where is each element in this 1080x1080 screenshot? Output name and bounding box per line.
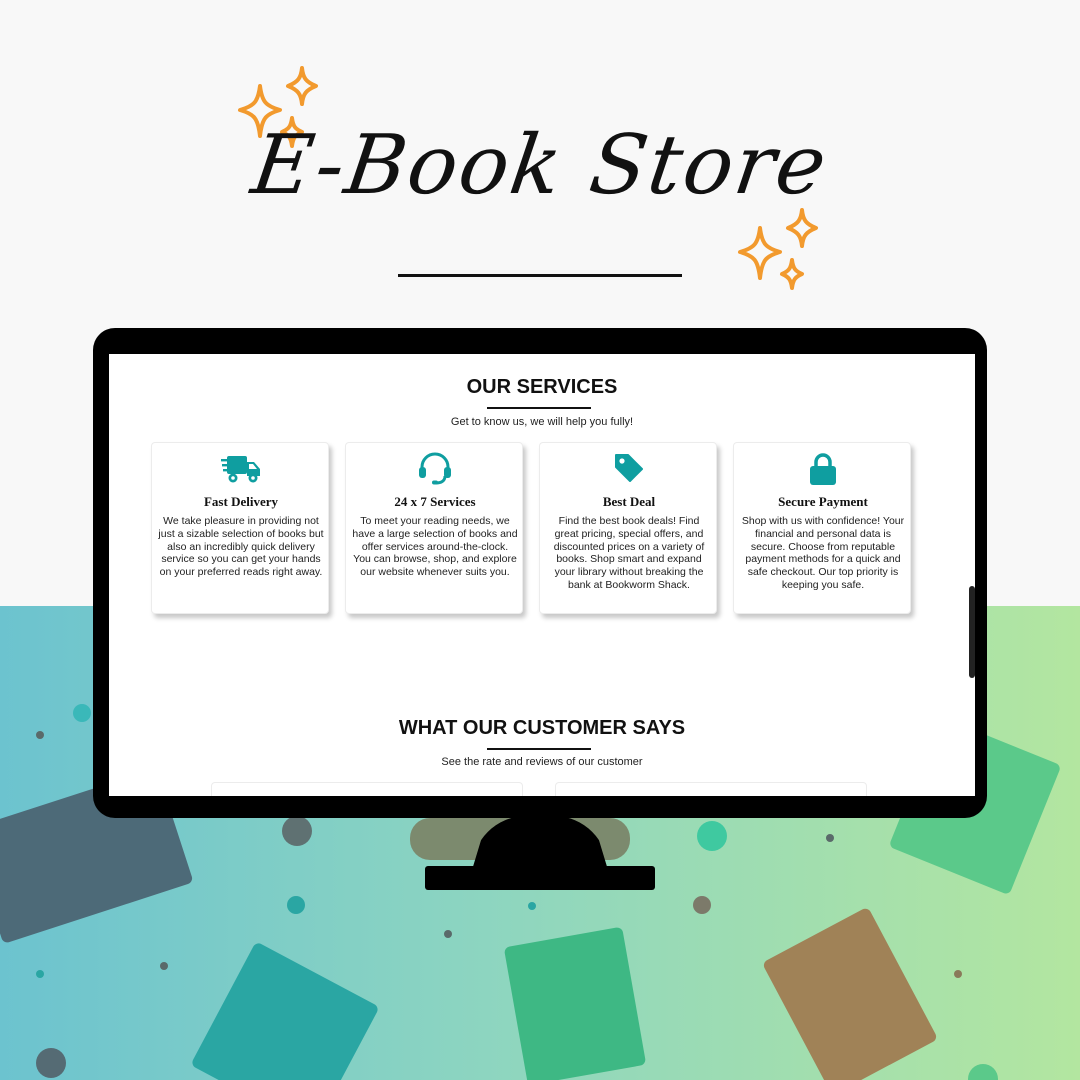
testimonials-subtitle: See the rate and reviews of our customer xyxy=(441,756,643,768)
decorative-dot xyxy=(697,821,727,851)
service-card-title: 24 x 7 Services xyxy=(394,494,476,509)
services-heading: OUR SERVICES xyxy=(466,376,618,398)
price-tag-icon xyxy=(615,454,643,482)
decorative-dot xyxy=(968,1064,998,1080)
decorative-dot xyxy=(73,704,91,722)
service-card-text: Shop with us with confidence! Your finan… xyxy=(741,515,905,591)
book-illustration xyxy=(761,906,939,1080)
decorative-dot xyxy=(693,896,711,914)
service-card-title: Secure Payment xyxy=(778,494,868,509)
decorative-dot xyxy=(36,731,44,739)
decorative-dot xyxy=(36,970,44,978)
service-card-secure-payment: Secure Payment Shop with us with confide… xyxy=(733,442,911,614)
service-card-24x7: 24 x 7 Services To meet your reading nee… xyxy=(345,442,523,614)
decorative-dot xyxy=(282,816,312,846)
decorative-dot xyxy=(826,834,834,842)
service-card-text: Find the best book deals! Find great pri… xyxy=(553,515,705,591)
banner-title: E-Book Store xyxy=(246,118,834,213)
monitor-screen: OUR SERVICES Get to know us, we will hel… xyxy=(109,354,975,796)
book-illustration xyxy=(503,926,647,1080)
review-card xyxy=(555,782,867,796)
service-card-text: We take pleasure in providing not just a… xyxy=(158,515,324,579)
service-card-fast-delivery: Fast Delivery We take pleasure in provid… xyxy=(151,442,329,614)
sparkle-icon xyxy=(738,208,818,290)
testimonials-heading: WHAT OUR CUSTOMER SAYS xyxy=(398,717,686,739)
service-card-best-deal: Best Deal Find the best book deals! Find… xyxy=(539,442,717,614)
decorative-dot xyxy=(160,962,168,970)
decorative-dot xyxy=(444,930,452,938)
delivery-truck-icon xyxy=(221,456,260,483)
service-card-title: Best Deal xyxy=(602,494,656,509)
decorative-dot xyxy=(528,902,536,910)
decorative-dot xyxy=(954,970,962,978)
services-heading-underline xyxy=(487,407,591,409)
testimonials-heading-underline xyxy=(487,748,591,750)
headset-icon xyxy=(419,452,451,485)
decorative-dot xyxy=(36,1048,66,1078)
decorative-dot xyxy=(287,896,305,914)
service-card-title: Fast Delivery xyxy=(203,494,278,509)
monitor-stand-base xyxy=(425,866,655,890)
page-scrollbar[interactable] xyxy=(969,586,975,678)
book-illustration xyxy=(190,941,380,1080)
lock-icon xyxy=(810,453,836,485)
title-underline xyxy=(398,274,682,277)
service-card-text: To meet your reading needs, we have a la… xyxy=(352,515,518,579)
services-subtitle: Get to know us, we will help you fully! xyxy=(450,416,634,428)
review-card xyxy=(211,782,523,796)
